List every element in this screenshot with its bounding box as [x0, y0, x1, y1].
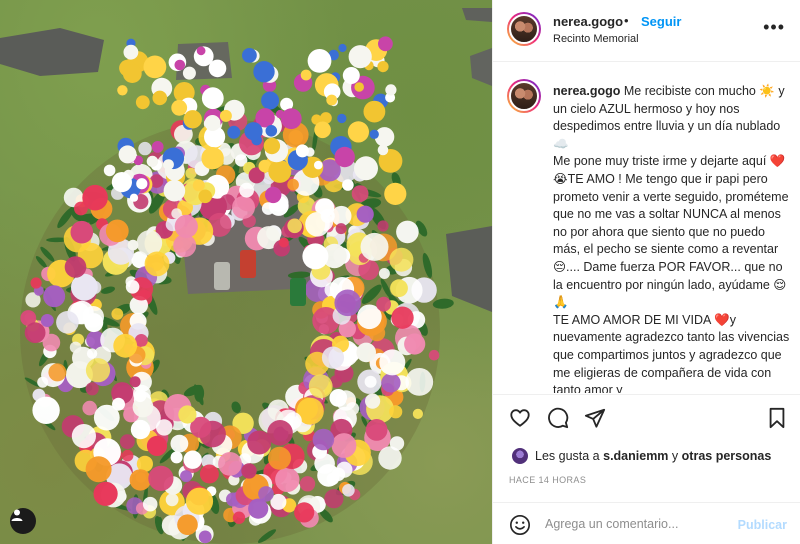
comment-composer: Publicar [493, 502, 800, 544]
publish-button[interactable]: Publicar [738, 518, 787, 532]
post-header: nerea.gogo • Seguir Recinto Memorial ••• [493, 0, 800, 62]
more-options-icon[interactable]: ••• [763, 18, 785, 36]
caption-avatar[interactable] [507, 79, 541, 113]
comment-input[interactable] [545, 513, 725, 535]
emoji-icon[interactable] [509, 514, 531, 541]
liker-username[interactable]: s.daniemm [603, 449, 668, 463]
post-photo[interactable] [0, 0, 492, 544]
post-side-panel: nerea.gogo • Seguir Recinto Memorial •••… [492, 0, 800, 544]
caption-username[interactable]: nerea.gogo [553, 84, 620, 98]
caption-paragraph-3: TE AMO AMOR DE MI VIDA ❤️y nuevamente ag… [553, 312, 790, 393]
user-tag-button[interactable] [10, 508, 36, 534]
heart-icon[interactable] [509, 407, 531, 434]
follow-button[interactable]: Seguir [641, 14, 681, 29]
post-timestamp[interactable]: HACE 14 HORAS [509, 475, 586, 485]
action-bar [493, 394, 800, 442]
liker-avatar[interactable] [511, 447, 529, 465]
comments-area[interactable]: nerea.gogo Me recibiste con mucho ☀️ y u… [493, 63, 800, 393]
likes-text[interactable]: Les gusta a s.daniemm y otras personas [535, 449, 771, 463]
username-link[interactable]: nerea.gogo [553, 14, 623, 29]
post-caption: nerea.gogo Me recibiste con mucho ☀️ y u… [553, 83, 791, 393]
grave-flowers-image [0, 8, 492, 544]
share-icon[interactable] [584, 407, 606, 434]
avatar[interactable] [507, 12, 541, 46]
location-link[interactable]: Recinto Memorial [553, 33, 639, 45]
separator-dot: • [624, 13, 629, 28]
caption-paragraph-2: Me pone muy triste irme y dejarte aquí ❤… [553, 154, 789, 310]
likes-row: Les gusta a s.daniemm y otras personas [493, 442, 800, 470]
bookmark-icon[interactable] [767, 407, 787, 434]
user-tag-icon [11, 509, 23, 521]
comment-icon[interactable] [547, 407, 569, 434]
other-likers[interactable]: otras personas [682, 449, 772, 463]
